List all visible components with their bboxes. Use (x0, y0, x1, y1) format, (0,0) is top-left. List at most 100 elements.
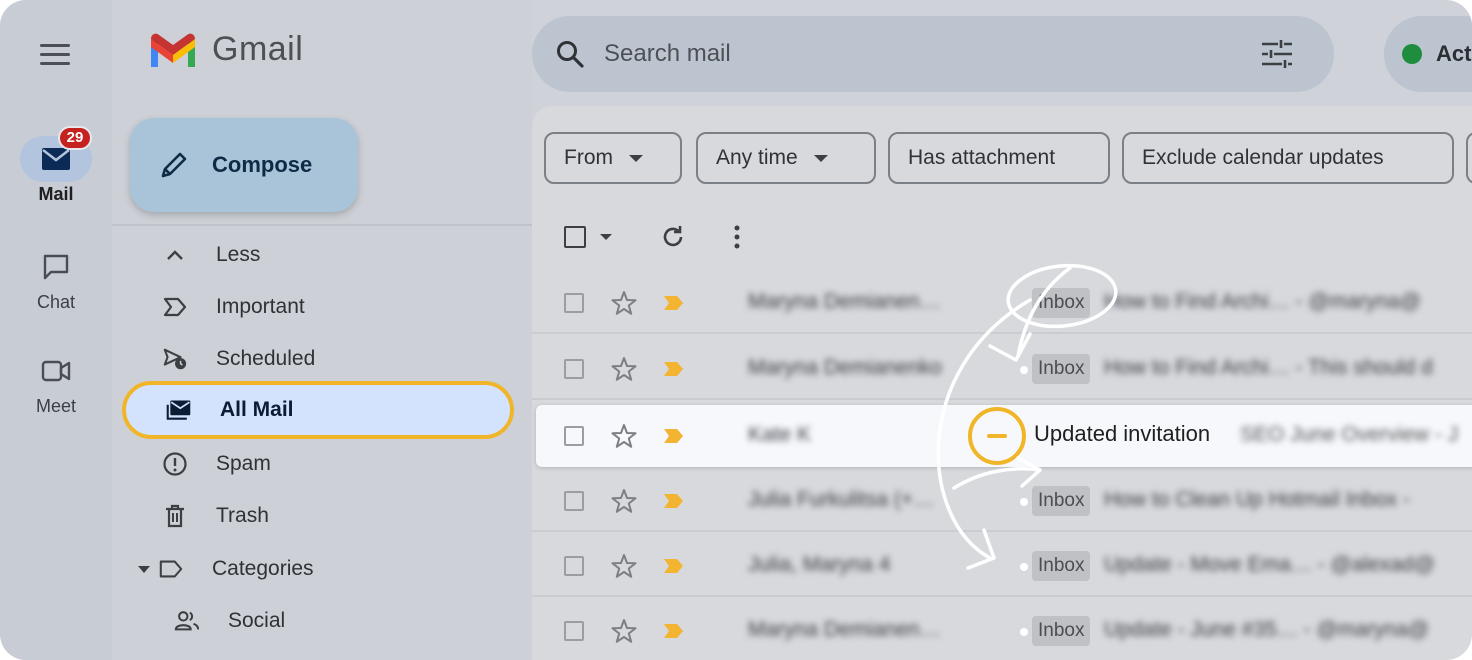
search-icon[interactable] (554, 38, 586, 70)
all-mail-icon (166, 397, 192, 423)
email-row[interactable]: Maryna Demianen… Inbox Update - June #35… (532, 600, 1472, 660)
more-options-icon[interactable] (732, 224, 742, 250)
app-name: Gmail (212, 30, 304, 68)
rail-item-label: Meet (35, 396, 77, 416)
rail-item-label: Chat (36, 292, 76, 312)
row-checkbox[interactable] (564, 359, 584, 379)
compose-button[interactable]: Compose (130, 118, 358, 212)
nav-item-label: Social (228, 609, 286, 632)
main-menu-button[interactable] (36, 40, 76, 70)
bullet-dot (1020, 563, 1028, 571)
important-marker-icon[interactable] (662, 557, 686, 575)
nav-item-social[interactable]: Social (112, 595, 512, 647)
nav-item-label: Less (216, 243, 261, 266)
mail-icon (42, 148, 70, 170)
row-checkbox[interactable] (564, 621, 584, 641)
rail-item-mail[interactable]: 29 Mail (0, 126, 112, 205)
email-row[interactable]: Julia Furkulitsa (+… Inbox How to Clean … (532, 470, 1472, 532)
important-marker-icon[interactable] (662, 294, 686, 312)
app-window: 29 Mail Chat Meet Gmail Compose Less Imp… (0, 0, 1472, 660)
chip-label: Any time (716, 146, 798, 169)
important-marker-icon[interactable] (662, 360, 686, 378)
email-sender: Maryna Demianen… (748, 290, 941, 313)
search-input[interactable] (604, 40, 1224, 68)
important-icon (162, 294, 188, 320)
compose-label: Compose (212, 152, 313, 177)
unread-badge: 29 (58, 126, 92, 150)
email-subject: Updated invitation (1034, 421, 1211, 446)
label-chip[interactable]: Inbox (1032, 551, 1091, 581)
select-dropdown-icon[interactable] (600, 234, 612, 240)
search-options-icon[interactable] (1260, 38, 1294, 70)
refresh-icon[interactable] (660, 224, 686, 250)
email-row[interactable]: Maryna Demianenko Inbox How to Find Arch… (532, 338, 1472, 400)
row-checkbox[interactable] (564, 426, 584, 446)
nav-item-all-mail[interactable]: All Mail (122, 381, 514, 439)
star-icon[interactable] (610, 487, 638, 515)
video-icon (41, 360, 71, 382)
email-row-highlighted[interactable]: Kate K Updated invitation SEO June Overv… (536, 405, 1472, 467)
social-icon (174, 608, 200, 634)
star-icon[interactable] (610, 355, 638, 383)
nav-item-label: Categories (212, 557, 314, 580)
status-label: Act (1436, 41, 1472, 66)
menu-line (40, 53, 70, 56)
label-chip[interactable]: Inbox (1032, 486, 1091, 516)
filter-chip-any-time[interactable]: Any time (696, 132, 876, 184)
dropdown-caret-icon (629, 154, 643, 162)
caret-down-icon[interactable] (138, 565, 150, 573)
divider (112, 224, 532, 226)
chip-label: Exclude calendar updates (1142, 146, 1384, 169)
label-chip[interactable]: Inbox (1032, 288, 1091, 318)
row-checkbox[interactable] (564, 556, 584, 576)
row-checkbox[interactable] (564, 491, 584, 511)
nav-item-trash[interactable]: Trash (112, 490, 512, 542)
label-chip[interactable]: Inbox (1032, 616, 1091, 646)
nav-item-scheduled[interactable]: Scheduled (112, 333, 512, 385)
nav-item-label: Trash (216, 504, 269, 527)
chip-label: Has attachment (908, 146, 1056, 169)
email-row[interactable]: Maryna Demianen… Inbox How to Find Archi… (532, 272, 1472, 334)
nav-item-label: Important (216, 295, 305, 318)
filter-chip-has-attachment[interactable]: Has attachment (888, 132, 1110, 184)
nav-item-label: Scheduled (216, 347, 316, 370)
chevron-up-icon (162, 242, 188, 268)
pencil-icon (161, 152, 187, 178)
star-icon[interactable] (610, 289, 638, 317)
nav-item-categories[interactable]: Categories (112, 543, 512, 595)
dropdown-caret-icon (813, 154, 828, 162)
menu-line (40, 62, 70, 65)
filter-chip-more[interactable] (1466, 132, 1472, 184)
filter-chip-exclude-calendar[interactable]: Exclude calendar updates (1122, 132, 1454, 184)
important-marker-icon[interactable] (662, 622, 686, 640)
nav-item-label: All Mail (220, 398, 294, 421)
row-checkbox[interactable] (564, 293, 584, 313)
email-subject: How to Clean Up Hotmail Inbox - (1104, 488, 1410, 511)
nav-item-important[interactable]: Important (112, 281, 512, 333)
label-chip[interactable]: Inbox (1032, 354, 1091, 384)
chip-label: From (564, 146, 613, 169)
star-icon[interactable] (610, 552, 638, 580)
gmail-logo[interactable]: Gmail (148, 30, 303, 69)
filter-chip-from[interactable]: From (544, 132, 682, 184)
rail-item-chat[interactable]: Chat (0, 244, 112, 313)
star-icon[interactable] (610, 422, 638, 450)
rail-item-meet[interactable]: Meet (0, 348, 112, 417)
remove-label-icon[interactable] (968, 407, 1026, 465)
mail-list-panel: From Any time Has attachment Exclude cal… (532, 106, 1472, 660)
search-bar[interactable] (532, 16, 1334, 92)
nav-item-spam[interactable]: Spam (112, 438, 512, 490)
status-selector[interactable]: Act (1384, 16, 1472, 92)
spam-icon (162, 451, 188, 477)
important-marker-icon[interactable] (662, 492, 686, 510)
active-status-dot (1402, 44, 1422, 64)
scheduled-icon (162, 346, 188, 372)
email-row[interactable]: Julia, Maryna 4 Inbox Update - Move Ema…… (532, 535, 1472, 597)
nav-item-label: Spam (216, 452, 271, 475)
select-all-checkbox[interactable] (564, 226, 586, 248)
star-icon[interactable] (610, 617, 638, 645)
email-subject: Update - June #35… - @maryna@ (1104, 618, 1430, 641)
important-marker-icon[interactable] (662, 427, 686, 445)
nav-item-less[interactable]: Less (112, 229, 512, 281)
trash-icon (162, 503, 188, 529)
